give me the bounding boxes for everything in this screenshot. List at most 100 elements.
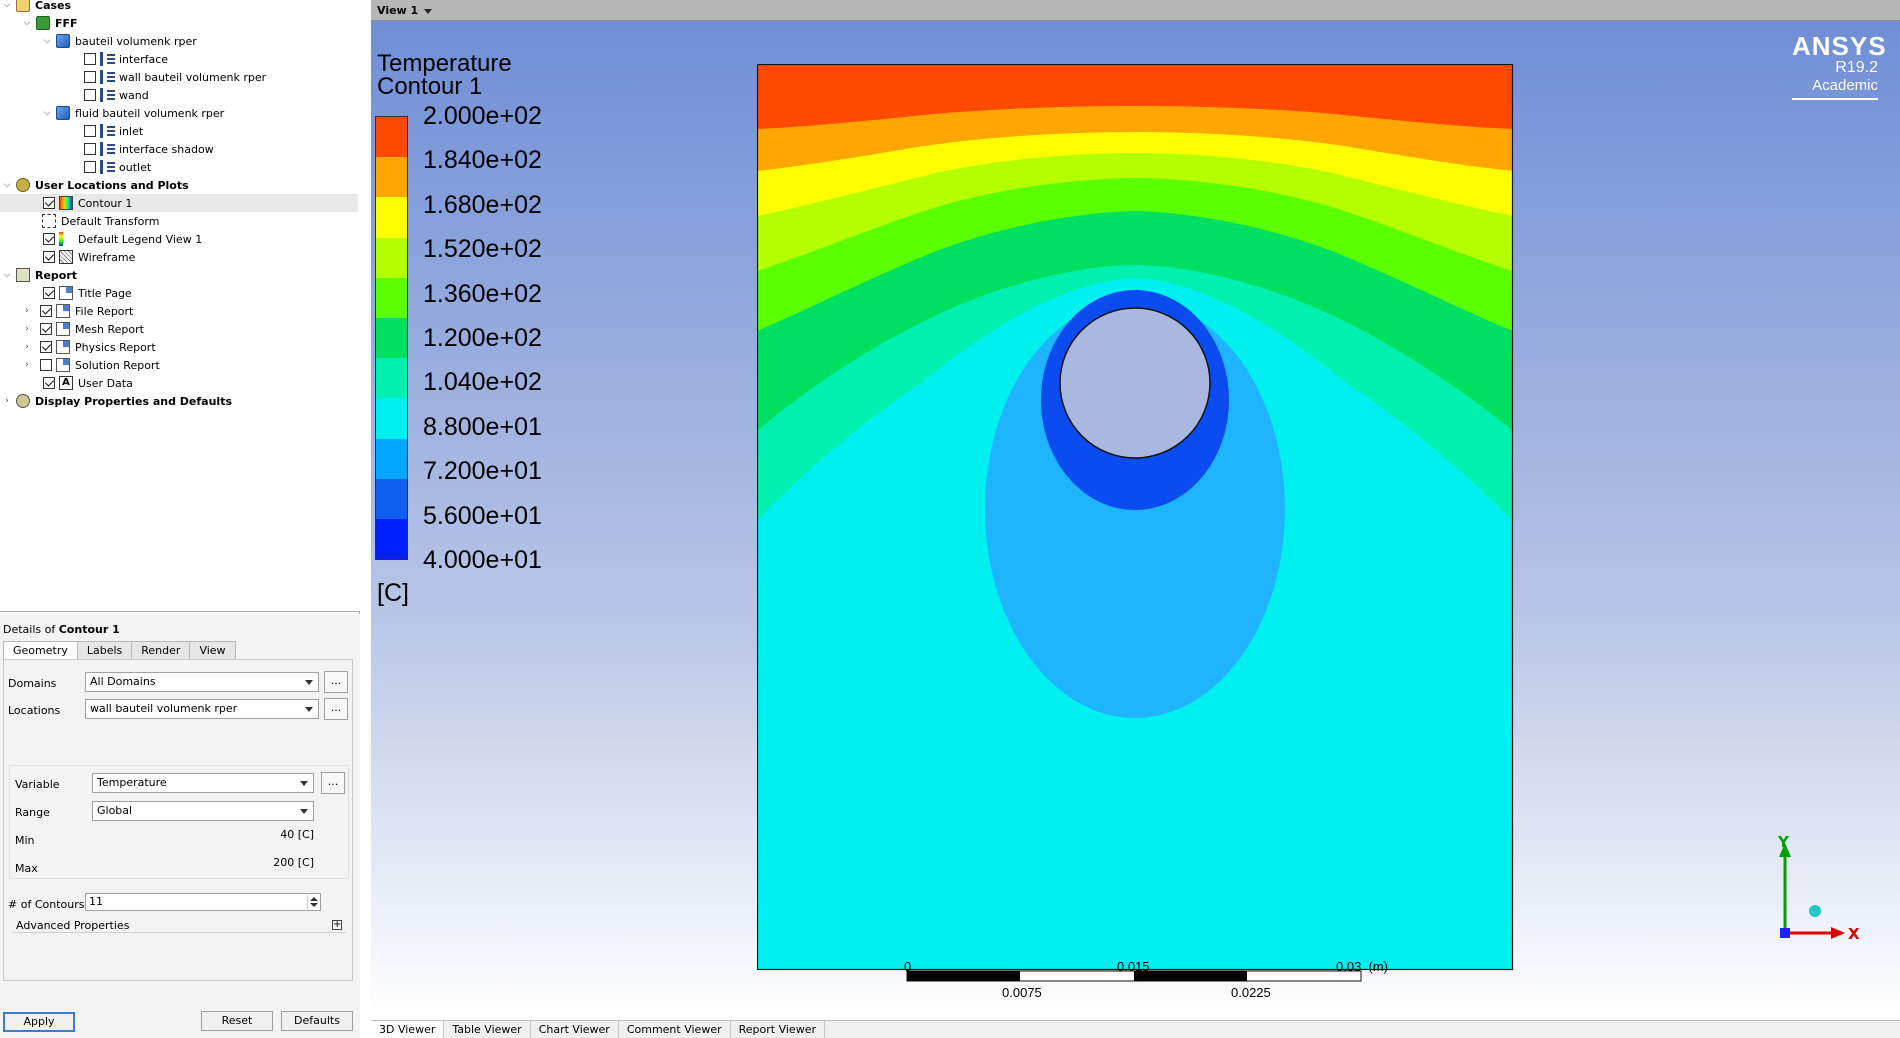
tree-item-report[interactable]: ⌵ Report	[2, 266, 360, 284]
visibility-checkbox[interactable]	[84, 53, 96, 65]
visibility-checkbox[interactable]	[43, 197, 55, 209]
tab-comment-viewer[interactable]: Comment Viewer	[619, 1021, 731, 1038]
legend-color-segment	[376, 317, 407, 359]
boundary-icon	[100, 160, 115, 174]
min-value: 40 [C]	[280, 828, 314, 841]
tree-item-display-properties[interactable]: › Display Properties and Defaults	[2, 392, 360, 410]
tab-chart-viewer[interactable]: Chart Viewer	[531, 1021, 619, 1038]
tree-item-wand[interactable]: wand	[84, 86, 358, 104]
boundary-icon	[100, 142, 115, 156]
locations-select[interactable]: wall bauteil volumenk rper	[85, 699, 319, 719]
legend-value: 1.520e+02	[423, 235, 542, 264]
tree-item-domain-solid[interactable]: ⌵ bauteil volumenk rper	[42, 32, 358, 50]
visibility-checkbox[interactable]	[84, 71, 96, 83]
variable-browse-button[interactable]: ...	[321, 772, 345, 794]
tab-render[interactable]: Render	[131, 641, 191, 659]
chevron-down-icon[interactable]: ⌵	[22, 18, 32, 28]
page-icon	[56, 304, 70, 318]
spin-arrows-icon[interactable]	[307, 895, 319, 909]
chevron-down-icon[interactable]: ⌵	[42, 36, 52, 46]
legend-color-segment	[376, 237, 407, 278]
legend-color-segment	[376, 398, 407, 439]
tree-item-default-transform[interactable]: Default Transform	[42, 212, 358, 230]
apply-button[interactable]: Apply	[3, 1012, 75, 1032]
tab-view[interactable]: View	[189, 641, 236, 659]
chevron-down-icon[interactable]: ⌵	[42, 108, 52, 118]
chevron-down-icon[interactable]: ⌵	[2, 180, 12, 190]
tree-item-user-data[interactable]: A User Data	[43, 374, 358, 392]
dropdown-arrow-icon	[305, 680, 313, 685]
visibility-checkbox[interactable]	[40, 341, 52, 353]
page-icon	[56, 358, 70, 372]
solid-cylinder	[1059, 307, 1211, 459]
locations-browse-button[interactable]: ...	[324, 698, 348, 720]
visibility-checkbox[interactable]	[43, 251, 55, 263]
legend-color-segment	[376, 518, 407, 560]
view-selector[interactable]: View 1	[377, 4, 433, 17]
scale-label: 0.0225	[1231, 985, 1271, 1000]
tree-item-inlet[interactable]: inlet	[84, 122, 358, 140]
tree-item-outlet[interactable]: outlet	[84, 158, 358, 176]
tree-item-contour1[interactable]: Contour 1	[0, 194, 358, 212]
tree-item-fff[interactable]: ⌵ FFF	[22, 14, 358, 32]
visibility-checkbox[interactable]	[40, 305, 52, 317]
chevron-right-icon[interactable]: ›	[22, 342, 32, 352]
page-icon	[56, 322, 70, 336]
dropdown-arrow-icon	[300, 781, 308, 786]
defaults-button[interactable]: Defaults	[281, 1011, 353, 1031]
visibility-checkbox[interactable]	[84, 89, 96, 101]
visibility-checkbox[interactable]	[84, 125, 96, 137]
tree-item-file-report[interactable]: › File Report	[22, 302, 358, 320]
scale-label: 0.0075	[1002, 985, 1042, 1000]
tree-item-wireframe[interactable]: Wireframe	[43, 248, 358, 266]
tab-3d-viewer[interactable]: 3D Viewer	[371, 1021, 445, 1038]
domains-label: Domains	[8, 677, 57, 690]
visibility-checkbox[interactable]	[84, 143, 96, 155]
variable-select[interactable]: Temperature	[92, 773, 314, 793]
tree-item-wall[interactable]: wall bauteil volumenk rper	[84, 68, 358, 86]
dropdown-arrow-icon	[424, 8, 433, 14]
chevron-right-icon[interactable]: ›	[22, 360, 32, 370]
tab-geometry[interactable]: Geometry	[3, 641, 78, 660]
reset-button[interactable]: Reset	[201, 1011, 273, 1031]
visibility-checkbox[interactable]	[40, 323, 52, 335]
tab-report-viewer[interactable]: Report Viewer	[731, 1021, 825, 1038]
y-axis-label: Y	[1778, 833, 1789, 851]
tree-item-interface-shadow[interactable]: interface shadow	[84, 140, 358, 158]
text-icon: A	[59, 376, 73, 390]
expand-plus-icon[interactable]: +	[332, 920, 342, 930]
visibility-checkbox[interactable]	[43, 377, 55, 389]
visibility-checkbox[interactable]	[40, 359, 52, 371]
tree-item-user-locations[interactable]: ⌵ User Locations and Plots	[2, 176, 360, 194]
chevron-down-icon[interactable]: ⌵	[2, 270, 12, 280]
scale-label: 0	[904, 959, 912, 974]
advanced-properties-toggle[interactable]: Advanced Properties +	[12, 918, 346, 933]
visibility-checkbox[interactable]	[43, 287, 55, 299]
max-value: 200 [C]	[273, 856, 314, 869]
chevron-down-icon[interactable]: ⌵	[2, 0, 12, 10]
tree-item-default-legend[interactable]: Default Legend View 1	[43, 230, 358, 248]
tab-table-viewer[interactable]: Table Viewer	[444, 1021, 531, 1038]
legend-color-segment	[376, 277, 407, 318]
tab-labels[interactable]: Labels	[76, 641, 133, 659]
scale-label: 0.03 (m)	[1336, 959, 1389, 974]
chevron-right-icon[interactable]: ›	[22, 306, 32, 316]
range-select[interactable]: Global	[92, 801, 314, 821]
boundary-icon	[100, 88, 115, 102]
tree-item-cases[interactable]: ⌵ Cases	[2, 0, 360, 14]
tree-item-title-page[interactable]: Title Page	[43, 284, 358, 302]
tree-item-mesh-report[interactable]: › Mesh Report	[22, 320, 358, 338]
chevron-right-icon[interactable]: ›	[22, 324, 32, 334]
report-icon	[16, 268, 30, 282]
chevron-right-icon[interactable]: ›	[2, 396, 12, 406]
domains-select[interactable]: All Domains	[85, 672, 319, 692]
visibility-checkbox[interactable]	[43, 233, 55, 245]
visibility-checkbox[interactable]	[84, 161, 96, 173]
tree-item-solution-report[interactable]: › Solution Report	[22, 356, 358, 374]
tree-item-physics-report[interactable]: › Physics Report	[22, 338, 358, 356]
domains-browse-button[interactable]: ...	[324, 671, 348, 693]
3d-viewport[interactable]: Temperature Contour 1 2.000e+02 1.840e+02…	[371, 21, 1900, 1020]
contours-count-stepper[interactable]: 11	[85, 893, 321, 911]
tree-item-domain-fluid[interactable]: ⌵ fluid bauteil volumenk rper	[42, 104, 358, 122]
tree-item-interface[interactable]: interface	[84, 50, 358, 68]
